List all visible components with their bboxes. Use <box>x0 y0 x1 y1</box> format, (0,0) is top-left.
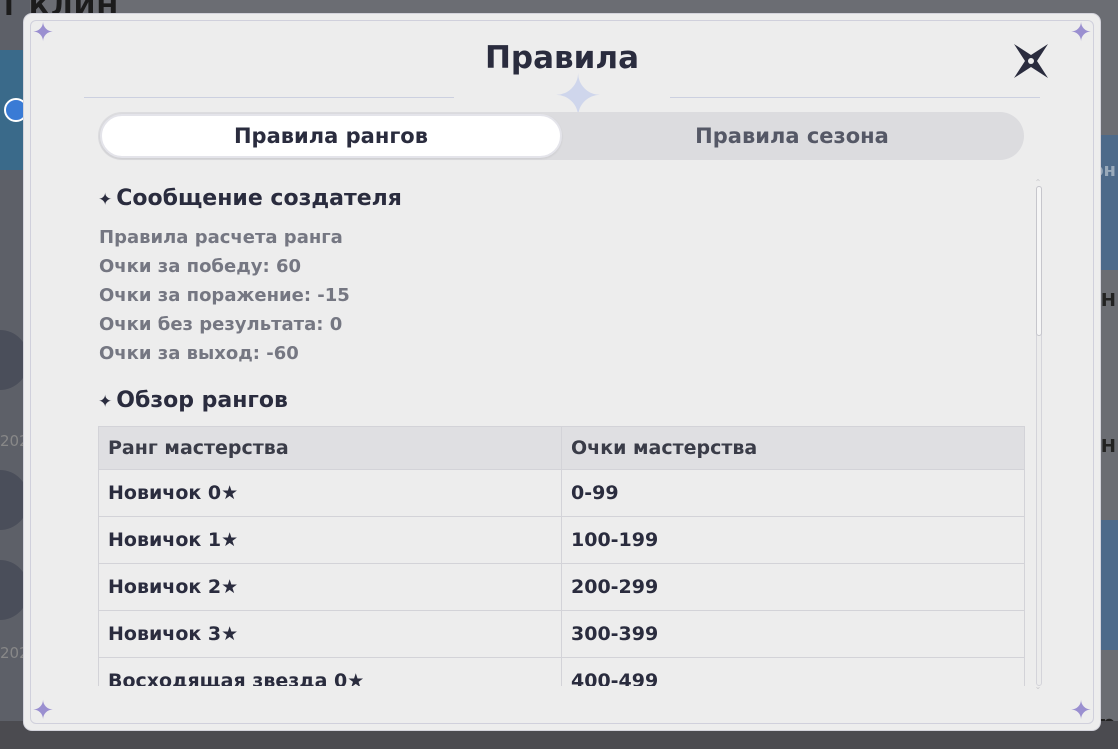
rules-dialog: ✦ ✦ ✦ ✦ ✦ Правила Правила рангов Правила… <box>24 14 1100 730</box>
background-right-card <box>1100 520 1118 650</box>
rules-tab-bar: Правила рангов Правила сезона <box>98 112 1024 160</box>
section-heading-label: Обзор рангов <box>116 388 288 413</box>
four-point-star-icon: ✦ <box>98 392 113 412</box>
corner-star-icon: ✦ <box>32 696 54 726</box>
creator-message-line: Очки без результата: 0 <box>99 314 343 335</box>
title-divider <box>84 97 454 98</box>
table-header-row: Ранг мастерства Очки мастерства <box>98 426 1025 470</box>
points-cell: 400-499 <box>561 657 1025 686</box>
table-row: Новичок 1★ 100-199 <box>98 516 1025 564</box>
points-cell: 0-99 <box>561 469 1025 517</box>
title-divider <box>670 97 1040 98</box>
background-right-text: Н <box>1100 290 1116 311</box>
section-heading-creator-message: ✦ Сообщение создателя <box>98 186 402 211</box>
rank-cell: Новичок 2★ <box>98 563 562 611</box>
creator-message-line: Очки за выход: -60 <box>99 343 299 364</box>
background-right-text: Н <box>1100 436 1116 457</box>
tab-season-rules[interactable]: Правила сезона <box>562 112 1022 160</box>
tab-rank-rules[interactable]: Правила рангов <box>100 114 562 158</box>
scroll-down-icon: ⌄ <box>1034 682 1042 691</box>
rank-cell: Новичок 0★ <box>98 469 562 517</box>
column-header-rank: Ранг мастерства <box>98 426 562 470</box>
section-heading-rank-overview: ✦ Обзор рангов <box>98 388 288 413</box>
table-row: Восходящая звезда 0★ 400-499 <box>98 657 1025 686</box>
rank-cell: Новичок 1★ <box>98 516 562 564</box>
dialog-title: Правила <box>484 40 640 76</box>
rank-table: Ранг мастерства Очки мастерства Новичок … <box>98 426 1025 686</box>
table-row: Новичок 0★ 0-99 <box>98 469 1025 517</box>
points-cell: 300-399 <box>561 610 1025 658</box>
scroll-thumb[interactable] <box>1036 186 1042 336</box>
rank-cell: Восходящая звезда 0★ <box>98 657 562 686</box>
creator-message-line: Очки за победу: 60 <box>99 256 301 277</box>
four-point-star-icon: ✦ <box>98 190 113 210</box>
section-heading-label: Сообщение создателя <box>116 186 402 211</box>
creator-message-line: Очки за поражение: -15 <box>99 285 350 306</box>
corner-star-icon: ✦ <box>1070 696 1092 726</box>
creator-message-line: Правила расчета ранга <box>99 227 343 248</box>
rank-cell: Новичок 3★ <box>98 610 562 658</box>
table-row: Новичок 3★ 300-399 <box>98 610 1025 658</box>
close-x-icon <box>1014 44 1048 78</box>
points-cell: 100-199 <box>561 516 1025 564</box>
column-header-points: Очки мастерства <box>561 426 1025 470</box>
background-right-card <box>1100 135 1118 270</box>
table-row: Новичок 2★ 200-299 <box>98 563 1025 611</box>
close-button[interactable] <box>1008 38 1054 84</box>
points-cell: 200-299 <box>561 563 1025 611</box>
content-scrollbar[interactable]: ⌃ ⌄ <box>1034 179 1042 691</box>
rules-content: ✦ Сообщение создателя Правила расчета ран… <box>98 180 1026 686</box>
